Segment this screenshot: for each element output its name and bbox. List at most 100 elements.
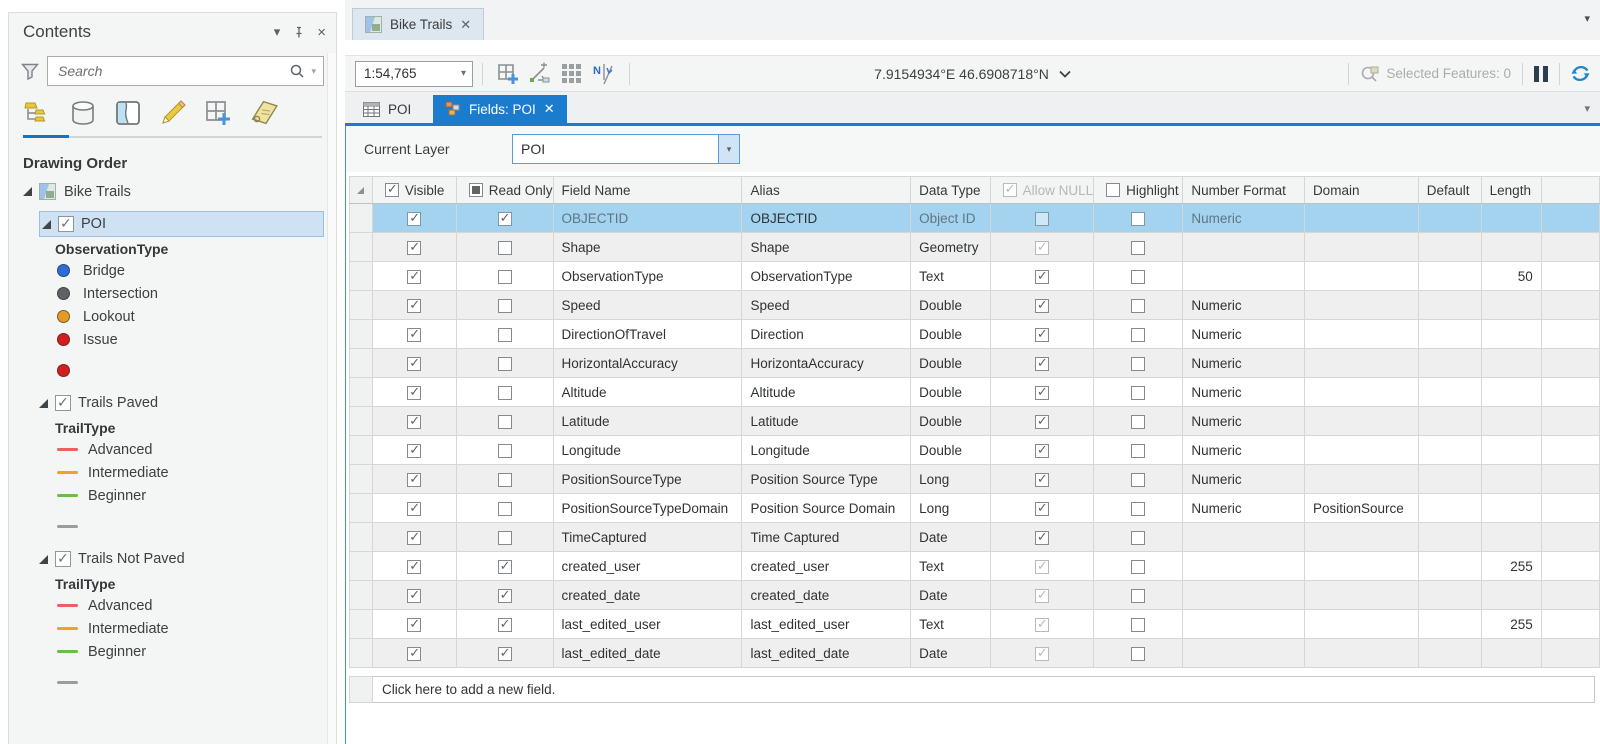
checkbox[interactable] [497, 269, 512, 284]
alias-cell[interactable]: Altitude [741, 377, 912, 407]
checkbox[interactable] [1131, 385, 1146, 400]
checkbox[interactable] [1131, 269, 1146, 284]
length-cell[interactable] [1480, 319, 1542, 349]
data-type-cell[interactable]: Geometry [910, 232, 991, 262]
search-input[interactable] [58, 63, 290, 79]
number-format-cell[interactable] [1182, 232, 1305, 262]
data-type-cell[interactable]: Date [910, 638, 991, 668]
tab-poi-table[interactable]: POI [351, 95, 423, 123]
search-options-chevron-icon[interactable]: ▾ [311, 66, 316, 77]
read-only-cell[interactable] [455, 261, 554, 291]
layer-combo-chevron-icon[interactable]: ▾ [718, 135, 739, 163]
column-header-read-only[interactable]: Read Only [455, 176, 554, 204]
checkbox[interactable] [1131, 588, 1146, 603]
row-selector[interactable] [349, 551, 373, 581]
filter-icon[interactable] [21, 63, 39, 80]
default-cell[interactable] [1417, 319, 1482, 349]
list-by-selection-icon[interactable] [113, 98, 143, 128]
length-cell[interactable]: 255 [1480, 551, 1542, 581]
highlight-cell[interactable] [1093, 232, 1184, 262]
close-map-tab-icon[interactable]: ✕ [460, 17, 471, 33]
highlight-cell[interactable] [1093, 580, 1184, 610]
fields-grid-icon[interactable] [559, 61, 585, 87]
read-only-cell[interactable] [455, 203, 554, 233]
alias-cell[interactable]: ObservationType [741, 261, 912, 291]
column-header-alias[interactable]: Alias [741, 176, 912, 204]
tree-item-map[interactable]: Bike Trails [23, 180, 336, 203]
checkbox[interactable] [1034, 500, 1049, 516]
domain-cell[interactable] [1303, 290, 1419, 320]
column-header-visible[interactable]: Visible [371, 176, 457, 204]
visible-cell[interactable] [371, 203, 457, 233]
add-field-text[interactable]: Click here to add a new field. [373, 676, 1595, 703]
tree-item-layer[interactable]: Trails Paved [39, 390, 336, 416]
number-format-cell[interactable] [1182, 580, 1305, 610]
default-cell[interactable] [1417, 551, 1482, 581]
field-row[interactable]: created_datecreated_dateDate [349, 580, 1600, 610]
field-row[interactable]: last_edited_userlast_edited_userText255 [349, 609, 1600, 639]
column-header-highlight[interactable]: Highlight [1093, 176, 1184, 204]
checkbox[interactable] [497, 587, 512, 603]
default-cell[interactable] [1417, 232, 1482, 262]
column-header-field-name[interactable]: Field Name [552, 176, 743, 204]
read-only-cell[interactable] [455, 319, 554, 349]
field-name-cell[interactable]: PositionSourceType [552, 464, 743, 494]
domain-cell[interactable] [1303, 580, 1419, 610]
checkbox[interactable] [407, 413, 422, 429]
number-format-cell[interactable]: Numeric [1182, 290, 1305, 320]
field-name-cell[interactable]: created_date [552, 580, 743, 610]
data-type-cell[interactable]: Object ID [910, 203, 991, 233]
alias-cell[interactable]: Direction [741, 319, 912, 349]
visible-cell[interactable] [371, 232, 457, 262]
tree-item-layer[interactable]: POI [39, 211, 324, 237]
default-cell[interactable] [1417, 638, 1482, 668]
number-format-cell[interactable]: Numeric [1182, 464, 1305, 494]
field-name-cell[interactable]: DirectionOfTravel [552, 319, 743, 349]
data-type-cell[interactable]: Double [910, 406, 991, 436]
default-cell[interactable] [1417, 348, 1482, 378]
default-cell[interactable] [1417, 464, 1482, 494]
checkbox[interactable] [1034, 616, 1049, 632]
checkbox[interactable] [1131, 530, 1146, 545]
visible-cell[interactable] [371, 406, 457, 436]
highlight-cell[interactable] [1093, 522, 1184, 552]
checkbox[interactable] [1131, 559, 1146, 574]
domain-cell[interactable] [1303, 464, 1419, 494]
view-overflow-chevron-icon[interactable]: ▾ [1584, 102, 1590, 115]
checkbox[interactable] [1131, 356, 1146, 371]
expand-caret-icon[interactable] [23, 187, 33, 196]
domain-cell[interactable] [1303, 377, 1419, 407]
data-type-cell[interactable]: Double [910, 377, 991, 407]
data-type-cell[interactable]: Text [910, 551, 991, 581]
default-cell[interactable] [1417, 203, 1482, 233]
length-cell[interactable] [1480, 435, 1542, 465]
field-name-cell[interactable]: Shape [552, 232, 743, 262]
data-type-cell[interactable]: Double [910, 319, 991, 349]
highlight-cell[interactable] [1093, 435, 1184, 465]
checkbox[interactable] [407, 645, 422, 661]
row-selector[interactable] [349, 232, 373, 262]
checkbox[interactable] [497, 558, 512, 574]
row-selector[interactable] [349, 261, 373, 291]
default-cell[interactable] [1417, 406, 1482, 436]
field-row[interactable]: AltitudeAltitudeDoubleNumeric [349, 377, 1600, 407]
highlight-cell[interactable] [1093, 551, 1184, 581]
column-header-number-format[interactable]: Number Format [1182, 176, 1305, 204]
panel-menu-chevron-icon[interactable]: ▾ [274, 24, 281, 40]
field-name-cell[interactable]: HorizontalAccuracy [552, 348, 743, 378]
length-cell[interactable]: 50 [1480, 261, 1542, 291]
alias-cell[interactable]: HorizontaAccuracy [741, 348, 912, 378]
default-cell[interactable] [1417, 580, 1482, 610]
number-format-cell[interactable]: Numeric [1182, 348, 1305, 378]
data-type-cell[interactable]: Double [910, 290, 991, 320]
close-panel-icon[interactable]: × [317, 24, 326, 41]
selected-features-status[interactable]: Selected Features: 0 [1360, 65, 1511, 83]
list-by-labeling-icon[interactable] [248, 98, 278, 128]
visible-cell[interactable] [371, 551, 457, 581]
default-cell[interactable] [1417, 435, 1482, 465]
map-document-tab[interactable]: Bike Trails ✕ [352, 8, 485, 40]
checkbox[interactable] [497, 327, 512, 342]
field-row[interactable]: DirectionOfTravelDirectionDouble Numeric [349, 319, 1600, 349]
length-cell[interactable] [1480, 406, 1542, 436]
close-fields-tab-icon[interactable]: ✕ [544, 101, 555, 117]
